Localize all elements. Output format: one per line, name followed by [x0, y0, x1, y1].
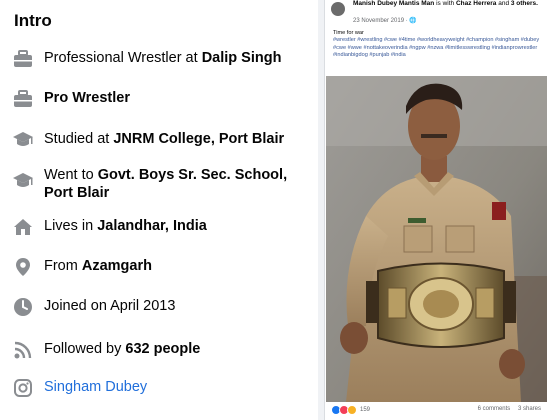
current-city-link[interactable]: Jalandhar, India — [97, 218, 207, 234]
intro-item-text: Went to Govt. Boys Sr. Sec. School, Port… — [44, 167, 288, 201]
reaction-count: 159 — [360, 407, 371, 413]
intro-item-text: Lives in Jalandhar, India — [44, 218, 207, 234]
home-icon — [12, 216, 34, 238]
globe-icon: 🌐 — [409, 18, 417, 24]
graduation-cap-icon — [12, 170, 34, 192]
others-link[interactable]: 3 others. — [511, 0, 538, 7]
avatar[interactable] — [331, 2, 345, 16]
post-hashtags[interactable]: #wrestler #wrestling #cwe #4time #worldh… — [333, 37, 541, 59]
comments-count-link[interactable]: 6 comments — [478, 406, 511, 412]
shares-count-link[interactable]: 3 shares — [518, 406, 541, 412]
tagged-link[interactable]: Chaz Herrera — [456, 0, 496, 7]
instagram-link[interactable]: Singham Dubey — [44, 379, 147, 395]
intro-item-text: Joined on April 2013 — [44, 298, 176, 314]
post-footer: 159 6 comments 3 shares — [331, 405, 541, 417]
reactions-summary[interactable]: 159 — [331, 405, 370, 415]
briefcase-icon — [12, 48, 34, 70]
post-caption: Time for war — [333, 30, 364, 36]
intro-title: Intro — [14, 11, 52, 30]
intro-item-text: Followed by 632 people — [44, 341, 201, 357]
post-stats: 6 comments 3 shares — [478, 406, 541, 412]
instagram-icon — [12, 377, 34, 399]
haha-reaction-icon — [347, 405, 357, 415]
post-card: Manish Dubey Mantis Man is with Chaz Her… — [324, 0, 547, 420]
intro-item-text: Pro Wrestler — [44, 89, 312, 107]
clock-icon — [12, 296, 34, 318]
briefcase-icon — [12, 88, 34, 110]
post-header: Manish Dubey Mantis Man is with Chaz Her… — [353, 0, 538, 7]
location-pin-icon — [12, 256, 34, 278]
job-link[interactable]: Pro Wrestler — [44, 90, 130, 106]
rss-icon — [12, 339, 34, 361]
intro-item-text: From Azamgarh — [44, 258, 152, 274]
post-date[interactable]: 23 November 2019 · 🌐 — [353, 17, 417, 24]
author-link[interactable]: Manish Dubey Mantis Man — [353, 0, 434, 7]
intro-item-text: Studied at JNRM College, Port Blair — [44, 131, 285, 147]
post-text: Time for war #wrestler #wrestling #cwe #… — [333, 30, 541, 60]
followers-link[interactable]: 632 people — [125, 341, 200, 357]
college-link[interactable]: JNRM College, Port Blair — [113, 131, 284, 147]
intro-card: Intro Professional Wrestler at Dalip Sin… — [0, 0, 318, 420]
intro-item-text: Professional Wrestler at Dalip Singh — [44, 50, 282, 66]
workplace-link[interactable]: Dalip Singh — [202, 50, 282, 66]
intro-item-text: Singham Dubey — [44, 378, 312, 396]
graduation-cap-icon — [12, 129, 34, 151]
post-photo[interactable] — [326, 76, 547, 402]
hometown-link[interactable]: Azamgarh — [82, 258, 152, 274]
